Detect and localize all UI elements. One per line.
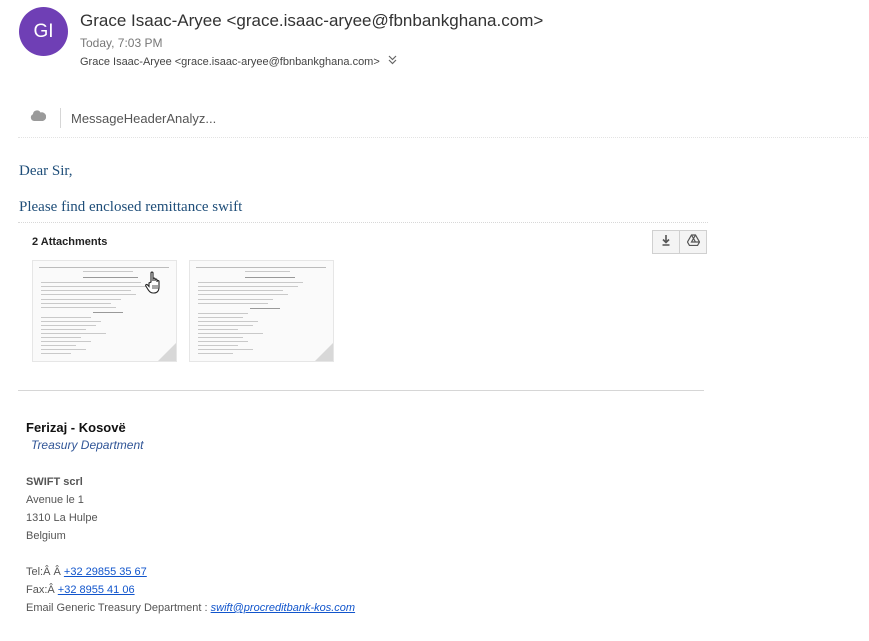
divider [18,390,704,391]
divider [60,108,61,128]
attachment-thumbnail-2[interactable] [189,260,334,362]
attachments-title: 2 Attachments [32,236,108,248]
double-chevron-down-icon[interactable] [388,55,397,68]
signature-company: SWIFT scrl [26,476,83,488]
attachments-actions [652,230,707,254]
fax-label: Fax:Â [26,584,58,596]
signature-department: Treasury Department [31,438,144,452]
signature-address-line: Avenue le 1 [26,494,84,506]
divider [18,137,868,138]
addin-label[interactable]: MessageHeaderAnalyz... [71,111,216,126]
email-link[interactable]: swift@procreditbank-kos.com [211,602,355,614]
save-to-drive-button[interactable] [680,230,707,254]
tel-link[interactable]: +32 29855 35 67 [64,566,147,578]
email-label: Email Generic Treasury Department : [26,602,211,614]
cloud-icon[interactable] [30,109,47,128]
recipient-address[interactable]: Grace Isaac-Aryee <grace.isaac-aryee@fbn… [80,56,380,68]
signature-address-line: 1310 La Hulpe [26,512,98,524]
download-icon [661,233,671,251]
signature-name: Ferizaj - Kosovë [26,420,126,435]
signature-fax-line: Fax:Â +32 8955 41 06 [26,584,135,596]
recipient-line: Grace Isaac-Aryee <grace.isaac-aryee@fbn… [80,55,397,68]
avatar[interactable]: GI [19,7,68,56]
sender-name[interactable]: Grace Isaac-Aryee <grace.isaac-aryee@fbn… [80,11,543,31]
signature-tel-line: Tel:Â Â +32 29855 35 67 [26,566,147,578]
drive-icon [686,233,700,251]
tel-label: Tel:Â Â [26,566,64,578]
message-greeting: Dear Sir, [19,163,73,179]
timestamp: Today, 7:03 PM [80,36,163,50]
attachments-divider [18,222,708,223]
download-all-button[interactable] [652,230,680,254]
addin-bar: MessageHeaderAnalyz... [30,108,216,128]
message-body: Please find enclosed remittance swift [19,199,243,215]
hand-cursor-icon [145,271,163,300]
signature-email-line: Email Generic Treasury Department : swif… [26,602,355,614]
fax-link[interactable]: +32 8955 41 06 [58,584,135,596]
signature-country: Belgium [26,530,66,542]
